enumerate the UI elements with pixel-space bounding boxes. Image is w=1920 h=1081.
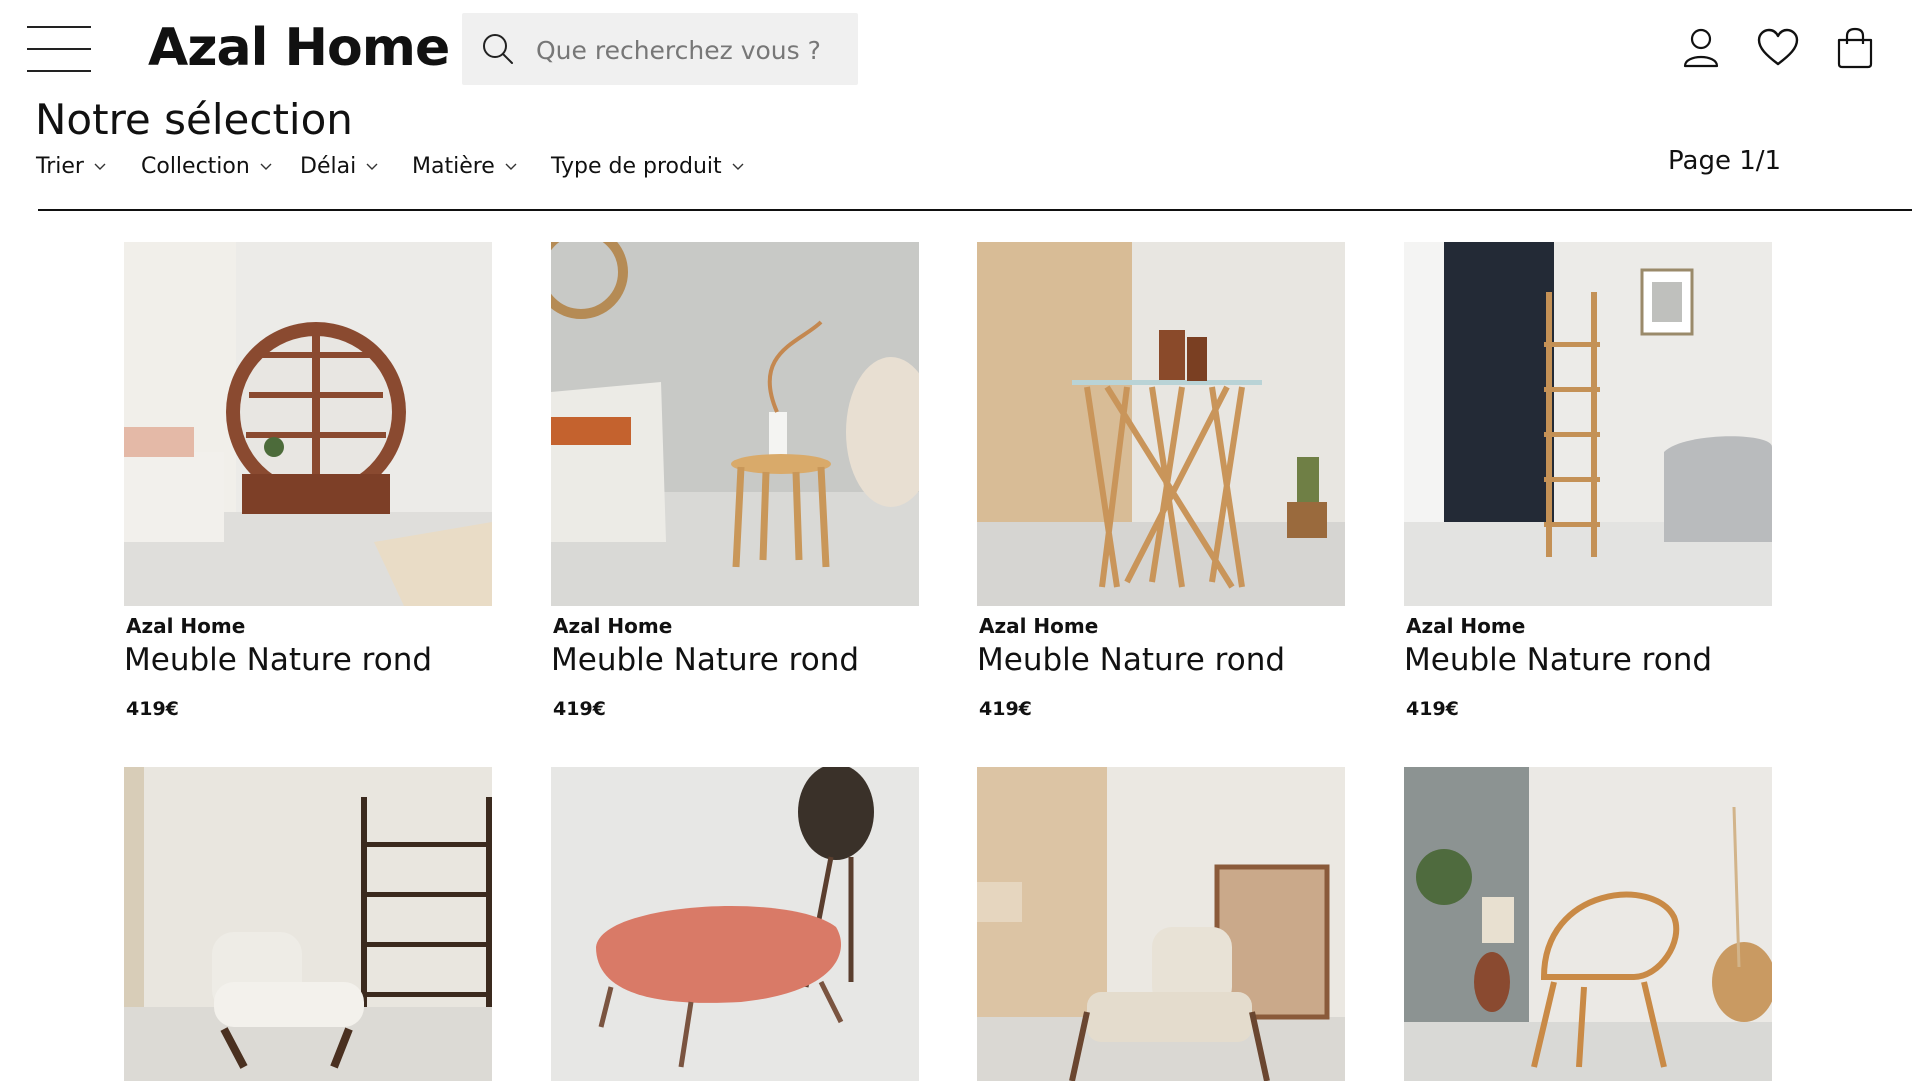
- heart-icon[interactable]: [1756, 26, 1800, 70]
- product-image[interactable]: [977, 242, 1345, 606]
- product-image[interactable]: [124, 242, 492, 606]
- site-header: Azal Home: [0, 0, 1920, 100]
- product-image[interactable]: [1404, 242, 1772, 606]
- filter-label: Matière: [412, 154, 495, 179]
- chevron-down-icon: [94, 163, 106, 170]
- menu-icon-bar: [27, 48, 91, 50]
- brand-logo[interactable]: Azal Home: [148, 18, 450, 78]
- product-price: 419€: [553, 698, 606, 720]
- menu-icon-bar: [27, 70, 91, 72]
- product-name[interactable]: Meuble Nature rond: [1404, 642, 1712, 678]
- filter-label: Collection: [141, 154, 250, 179]
- product-brand: Azal Home: [553, 614, 673, 638]
- product-brand: Azal Home: [979, 614, 1099, 638]
- filter-label: Type de produit: [551, 154, 722, 179]
- product-image[interactable]: [124, 767, 492, 1081]
- search-bar[interactable]: [462, 13, 858, 85]
- product-name[interactable]: Meuble Nature rond: [124, 642, 432, 678]
- chevron-down-icon: [505, 163, 517, 170]
- user-icon[interactable]: [1680, 26, 1722, 70]
- filter-collection[interactable]: Collection: [141, 154, 272, 179]
- product-image[interactable]: [1404, 767, 1772, 1081]
- product-image[interactable]: [551, 767, 919, 1081]
- chevron-down-icon: [732, 163, 744, 170]
- product-price: 419€: [126, 698, 179, 720]
- search-icon[interactable]: [480, 31, 516, 67]
- search-input[interactable]: [534, 29, 838, 71]
- filter-label: Délai: [300, 154, 357, 179]
- filter-label: Trier: [36, 154, 84, 179]
- filter-product-type[interactable]: Type de produit: [551, 154, 744, 179]
- product-name[interactable]: Meuble Nature rond: [977, 642, 1285, 678]
- filter-delay[interactable]: Délai: [300, 154, 378, 179]
- filter-sort[interactable]: Trier: [36, 154, 106, 179]
- bag-icon[interactable]: [1834, 26, 1876, 70]
- divider: [38, 209, 1912, 211]
- product-brand: Azal Home: [126, 614, 246, 638]
- page-indicator: Page 1/1: [1668, 146, 1782, 176]
- menu-button[interactable]: [27, 26, 91, 72]
- product-price: 419€: [1406, 698, 1459, 720]
- product-image[interactable]: [551, 242, 919, 606]
- product-brand: Azal Home: [1406, 614, 1526, 638]
- product-price: 419€: [979, 698, 1032, 720]
- chevron-down-icon: [366, 163, 378, 170]
- menu-icon: [27, 26, 91, 28]
- product-name[interactable]: Meuble Nature rond: [551, 642, 859, 678]
- product-image[interactable]: [977, 767, 1345, 1081]
- filter-material[interactable]: Matière: [412, 154, 517, 179]
- page-title: Notre sélection: [35, 95, 353, 144]
- chevron-down-icon: [260, 163, 272, 170]
